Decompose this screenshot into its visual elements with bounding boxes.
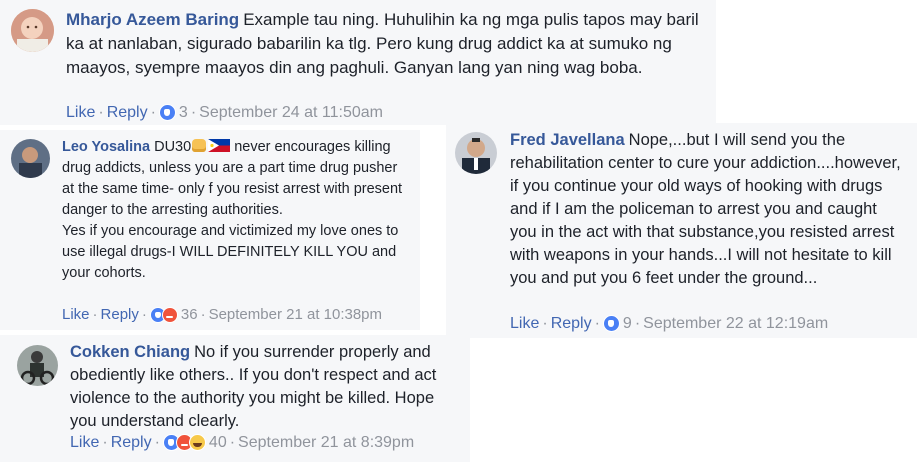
avatar-image [17, 345, 58, 386]
comment-actions: Like · Reply · 3 · September 24 at 11:50am [66, 104, 383, 122]
comment-text: Cokken Chiang No if you surrender properl… [70, 341, 460, 433]
timestamp[interactable]: September 21 at 10:38pm [209, 306, 382, 323]
comment-card: Fred Javellana Nope,...but I will send yo… [446, 123, 917, 338]
reply-link[interactable]: Reply [111, 434, 152, 451]
reply-link[interactable]: Reply [101, 306, 139, 323]
reactions[interactable] [162, 434, 206, 452]
reaction-count[interactable]: 36 [181, 306, 198, 323]
author-name[interactable]: Mharjo Azeem Baring [66, 10, 239, 29]
like-reaction-icon [158, 104, 176, 122]
like-link[interactable]: Like [66, 104, 95, 121]
philippine-flag-icon [208, 139, 231, 152]
reactions[interactable] [149, 307, 178, 324]
reply-link[interactable]: Reply [107, 104, 148, 121]
fist-emoji-icon [192, 139, 207, 152]
author-name[interactable]: Cokken Chiang [70, 343, 190, 361]
haha-reaction-icon [188, 434, 206, 452]
avatar[interactable] [11, 9, 54, 52]
comment-actions: Like · Reply · 40 · September 21 at 8:39pm [70, 434, 415, 452]
comment-card: Leo Yosalina DU30 never encourages killin… [0, 130, 420, 330]
comment-text: Leo Yosalina DU30 never encourages killin… [62, 137, 412, 221]
author-name[interactable]: Leo Yosalina [62, 139, 150, 155]
comment-card: Cokken Chiang No if you surrender properl… [0, 335, 470, 462]
like-reaction-icon [602, 315, 620, 333]
angry-reaction-icon [161, 307, 178, 324]
timestamp[interactable]: September 24 at 11:50am [199, 104, 383, 121]
avatar[interactable] [455, 132, 497, 174]
comment-body: Nope,...but I will send you the rehabili… [510, 131, 901, 287]
avatar-image [455, 132, 497, 174]
avatar-image [11, 139, 50, 178]
timestamp[interactable]: September 21 at 8:39pm [238, 434, 414, 451]
comment-text: Fred Javellana Nope,...but I will send yo… [510, 129, 905, 290]
reaction-count[interactable]: 3 [179, 104, 188, 121]
avatar[interactable] [17, 345, 58, 386]
reaction-count[interactable]: 40 [209, 434, 227, 451]
avatar[interactable] [11, 139, 50, 178]
author-name[interactable]: Fred Javellana [510, 131, 625, 149]
comment-actions: Like · Reply · 36 · September 21 at 10:38pm [62, 306, 383, 324]
timestamp[interactable]: September 22 at 12:19am [643, 315, 828, 332]
reactions[interactable] [158, 104, 176, 122]
reply-link[interactable]: Reply [551, 315, 592, 332]
like-link[interactable]: Like [70, 434, 99, 451]
comment-text-line2: Yes if you encourage and victimized my l… [62, 223, 399, 281]
comment-prefix: DU30 [154, 139, 192, 155]
like-link[interactable]: Like [62, 306, 90, 323]
comment-text: Mharjo Azeem Baring Example tau ning. Huh… [66, 8, 706, 80]
reaction-count[interactable]: 9 [623, 315, 632, 332]
avatar-image [11, 9, 54, 52]
reactions[interactable] [602, 315, 620, 333]
comment-card: Mharjo Azeem Baring Example tau ning. Huh… [0, 0, 716, 125]
comment-actions: Like · Reply · 9 · September 22 at 12:19am [510, 315, 829, 333]
like-link[interactable]: Like [510, 315, 539, 332]
